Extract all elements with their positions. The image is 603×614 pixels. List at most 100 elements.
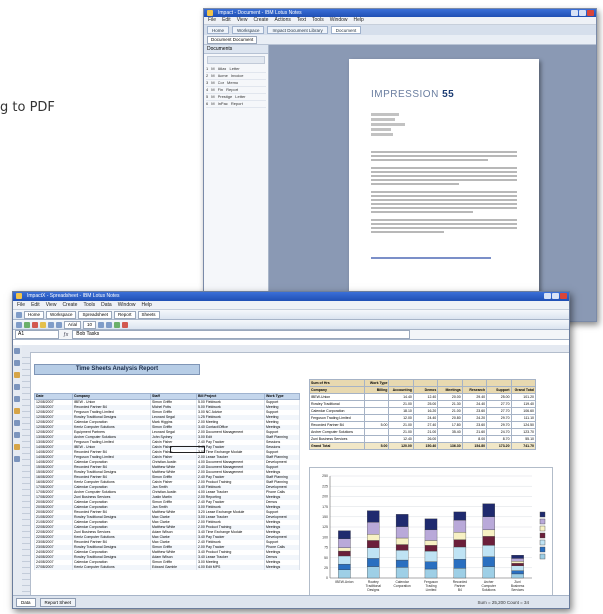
redo-icon[interactable] (56, 321, 62, 328)
pivot-cell[interactable]: 29.40 (461, 393, 488, 401)
nav-list-item[interactable]: 1 M Atlas Letter (206, 66, 266, 73)
undo-icon[interactable] (48, 321, 54, 328)
menu-create[interactable]: Create (62, 301, 77, 309)
font-name-dropdown[interactable]: Arial (64, 320, 82, 329)
sidebar-tool-icon[interactable] (14, 456, 20, 462)
pivot-row[interactable]: Company Billing Accounting Demos Meetings Res… (309, 386, 537, 394)
pivot-cell[interactable]: 27.40 (412, 421, 439, 429)
pivot-cell[interactable]: 154.80 (461, 442, 488, 450)
pivot-cell[interactable]: 111.10 (510, 414, 537, 422)
tab-home[interactable]: Home (207, 26, 230, 34)
pivot-cell[interactable]: 23.60 (461, 407, 488, 415)
pivot-cell[interactable]: 18.10 (388, 407, 414, 415)
sheet-tab-report[interactable]: Report Sheet (39, 597, 77, 607)
sidebar-tool-icon[interactable] (14, 408, 20, 414)
pivot-cell[interactable]: Rowley Traditional (309, 400, 365, 408)
pivot-cell[interactable]: 21.00 (388, 421, 414, 429)
pivot-cell[interactable]: Recorded Partner B4 (309, 421, 365, 429)
sidebar-tool-icon[interactable] (14, 432, 20, 438)
menu-window[interactable]: Window (118, 301, 136, 309)
sheet-grid[interactable]: Time Sheets Analysis Report Date Company S… (13, 345, 569, 596)
pivot-cell[interactable]: 124.50 (510, 421, 537, 429)
pivot-cell[interactable] (486, 379, 512, 387)
pivot-cell[interactable]: 21.00 (437, 407, 463, 415)
pivot-cell[interactable]: 119.40 (510, 400, 537, 408)
pivot-cell[interactable]: 101.20 (510, 393, 537, 401)
sort-icon[interactable] (122, 321, 129, 328)
pivot-cell[interactable]: Sum of Hrs (309, 379, 365, 387)
pivot-cell[interactable] (363, 393, 390, 401)
tab-home[interactable]: Home (24, 310, 45, 319)
pivot-cell[interactable]: 27.70 (486, 407, 512, 415)
table-cell[interactable]: 27/08/2007 (34, 565, 73, 570)
chart-icon[interactable] (114, 321, 121, 328)
minimize-button[interactable] (544, 293, 551, 299)
sidebar-tool-icon[interactable] (14, 420, 20, 426)
pivot-cell[interactable]: IBEW-Union (309, 393, 365, 401)
nav-list-item[interactable]: 6 M InPac Report (206, 101, 266, 108)
pivot-cell[interactable]: Demos (412, 386, 439, 394)
pivot-cell[interactable]: Grand Total (309, 442, 365, 450)
pivot-cell[interactable]: 123.70 (510, 428, 537, 436)
nav-list-item[interactable]: 5 M Prestige Letter (206, 94, 266, 101)
pivot-cell[interactable]: Grand Total (510, 386, 537, 394)
sidebar-tool-icon[interactable] (14, 384, 20, 390)
tab-sheets[interactable]: Sheets (137, 310, 160, 319)
pivot-cell[interactable] (388, 379, 414, 387)
pivot-cell[interactable]: 20.80 (437, 414, 463, 422)
pivot-row[interactable]: Archer Computer Solutions 21.00 21.00 35.40… (309, 428, 537, 436)
italic-icon[interactable] (106, 321, 113, 328)
pivot-cell[interactable]: Billing (363, 386, 390, 394)
pivot-cell[interactable]: 173.20 (486, 442, 512, 450)
save-icon[interactable] (24, 321, 30, 328)
pivot-cell[interactable]: 27.70 (486, 400, 512, 408)
stacked-bar-chart[interactable]: 0 25 50 75 100 125 150 175 200 225 250 IBEW-Union Ro… (309, 467, 553, 596)
pivot-cell[interactable] (363, 407, 390, 415)
pivot-cell[interactable]: 106.60 (510, 407, 537, 415)
nav-list-item[interactable]: 3 M Cor Memo (206, 80, 266, 87)
tab-report[interactable]: Report (113, 310, 136, 319)
menu-text[interactable]: Text (297, 17, 306, 24)
pivot-row[interactable]: Sum of Hrs Work Type (309, 379, 537, 387)
new-icon[interactable] (16, 321, 22, 328)
pivot-cell[interactable]: 136.30 (437, 442, 463, 450)
pivot-row[interactable]: Ferguson Trading Limited 12.00 24.40 20.80 2… (309, 414, 537, 422)
pivot-cell[interactable] (363, 414, 390, 422)
print-icon[interactable] (32, 321, 38, 328)
tab-document[interactable]: Document (330, 26, 362, 34)
pivot-cell[interactable]: 23.60 (461, 421, 488, 429)
tab-workspace[interactable]: Workspace (46, 310, 77, 319)
sheet-tab-data[interactable]: Data (16, 597, 36, 607)
pivot-cell[interactable]: 25.00 (412, 400, 439, 408)
pivot-row[interactable]: Grand Total 5.00 120.00 150.40 136.30 154.80 1… (309, 442, 537, 450)
tab-spreadsheet[interactable]: Spreadsheet (78, 310, 112, 319)
pivot-cell[interactable] (363, 400, 390, 408)
pivot-cell[interactable]: 21.00 (412, 428, 439, 436)
table-cell[interactable]: Kentz Computer Solutions (72, 565, 151, 570)
menu-actions[interactable]: Actions (274, 17, 290, 24)
pivot-cell[interactable]: 26.00 (412, 435, 439, 443)
maximize-button[interactable] (552, 293, 559, 299)
pivot-cell[interactable]: 24.20 (461, 414, 488, 422)
sidebar-tool-icon[interactable] (14, 348, 20, 354)
pivot-cell[interactable]: 12.40 (412, 393, 439, 401)
menu-window[interactable]: Window (330, 17, 348, 24)
pivot-cell[interactable]: 150.40 (412, 442, 439, 450)
pivot-cell[interactable]: Ferguson Trading Limited (309, 414, 365, 422)
pivot-cell[interactable]: Accounting (388, 386, 414, 394)
table-cell[interactable]: Meetings (264, 565, 300, 570)
pivot-cell[interactable]: 5.00 (363, 421, 390, 429)
pivot-cell[interactable]: 16.20 (412, 407, 439, 415)
pivot-cell[interactable]: 12.00 (388, 414, 414, 422)
pivot-cell[interactable]: Calendar Corporation (309, 407, 365, 415)
pivot-cell[interactable] (363, 428, 390, 436)
pivot-cell[interactable]: Archer Computer Solutions (309, 428, 365, 436)
font-size-dropdown[interactable]: 10 (83, 320, 97, 329)
pivot-cell[interactable] (412, 379, 439, 387)
menu-edit[interactable]: Edit (31, 301, 40, 309)
nav-pane-toolbar[interactable] (207, 56, 265, 64)
pivot-row[interactable]: Calendar Corporation 18.10 16.20 21.00 23.60… (309, 407, 537, 415)
pivot-cell[interactable]: 35.40 (437, 428, 463, 436)
sidebar-tool-icon[interactable] (14, 396, 20, 402)
pivot-cell[interactable]: 21.00 (388, 400, 414, 408)
